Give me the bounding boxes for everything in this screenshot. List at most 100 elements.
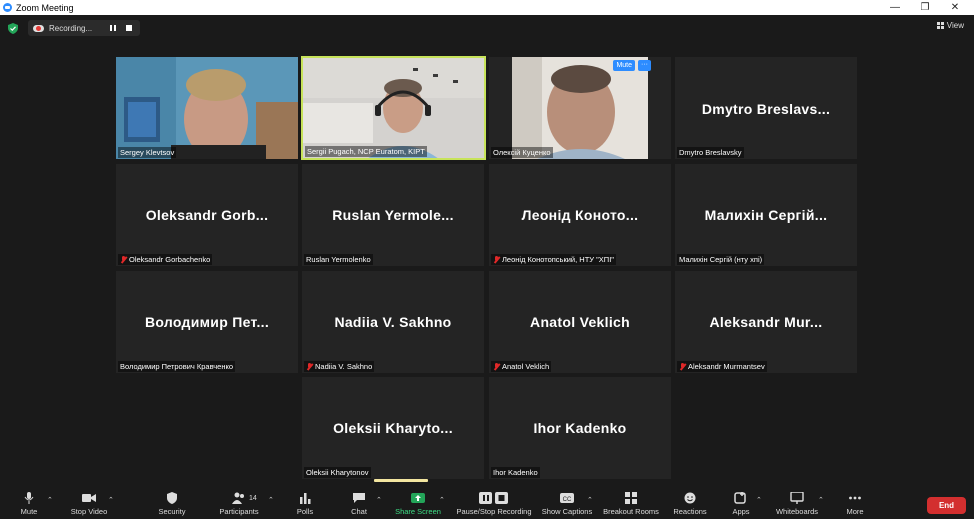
polls-chart-icon — [300, 493, 311, 504]
chat-options-chevron-icon[interactable]: ⌃ — [376, 496, 382, 504]
recording-indicator: Recording... — [28, 20, 140, 36]
closed-captions-icon: CC — [560, 493, 574, 503]
breakout-rooms-icon — [625, 492, 637, 504]
participant-display-name: Anatol Veklich — [530, 314, 630, 330]
participant-tile[interactable]: Малихін Сергій... Малихін Сергій (нту хп… — [675, 164, 857, 266]
participant-display-name: Володимир Пет... — [144, 314, 270, 330]
participant-tile[interactable]: Anatol Veklich Anatol Veklich — [489, 271, 671, 373]
share-options-chevron-icon[interactable]: ⌃ — [439, 496, 445, 504]
encryption-shield-icon[interactable] — [8, 23, 18, 34]
mute-button[interactable]: Mute — [16, 490, 42, 516]
participant-name-label: Anatol Veklich — [491, 361, 552, 372]
apps-icon — [734, 492, 746, 504]
participants-button[interactable]: Participants — [217, 490, 261, 516]
security-button[interactable]: Security — [156, 490, 188, 516]
stop-recording-icon[interactable] — [126, 25, 132, 31]
participant-name-label: Ihor Kadenko — [491, 467, 540, 478]
zoom-logo-icon — [3, 3, 12, 12]
participant-more-button[interactable]: ··· — [638, 60, 651, 71]
show-captions-button[interactable]: CC Show Captions — [541, 490, 593, 516]
participants-icon — [232, 492, 244, 504]
mic-muted-icon — [493, 255, 500, 264]
minimize-button[interactable]: — — [880, 0, 910, 15]
participant-display-name: Aleksandr Mur... — [709, 314, 823, 330]
audio-options-chevron-icon[interactable]: ⌃ — [47, 496, 53, 504]
video-camera-icon — [82, 494, 96, 502]
microphone-icon — [24, 492, 34, 504]
participant-tile[interactable]: Mute ··· Олексій Куценко — [489, 57, 671, 159]
participant-name-label: Dmytro Breslavsky — [677, 147, 744, 158]
participant-tile[interactable]: Sergey Klevtsov — [116, 57, 298, 159]
window-title: Zoom Meeting — [16, 2, 74, 13]
participant-display-name: Ruslan Yermole... — [332, 207, 454, 223]
participant-name-label: Ruslan Yermolenko — [304, 254, 373, 265]
mic-muted-icon — [120, 255, 127, 264]
participant-tile-active-speaker[interactable]: Sergii Pugach, NCP Euratom, KIPT — [301, 56, 486, 160]
participant-tile[interactable]: Леонід Коното... Леонід Конотопський, НТ… — [489, 164, 671, 266]
mic-muted-icon — [679, 362, 686, 371]
more-dots-icon — [849, 496, 861, 500]
participant-tile[interactable]: Dmytro Breslavs... Dmytro Breslavsky — [675, 57, 857, 159]
reactions-smiley-icon — [684, 492, 696, 504]
reactions-button[interactable]: Reactions — [673, 490, 707, 516]
participant-tile[interactable]: Ruslan Yermole... Ruslan Yermolenko — [302, 164, 484, 266]
meeting-topbar: Recording... View — [0, 15, 974, 41]
mic-muted-icon — [306, 362, 313, 371]
more-button[interactable]: More — [845, 490, 865, 516]
video-feed — [116, 57, 298, 159]
participant-tile[interactable]: Володимир Пет... Володимир Петрович Крав… — [116, 271, 298, 373]
participant-display-name: Ihor Kadenko — [533, 420, 627, 436]
participant-name-label: Володимир Петрович Кравченко — [118, 361, 236, 372]
captions-options-chevron-icon[interactable]: ⌃ — [587, 496, 593, 504]
view-label: View — [946, 21, 964, 30]
participant-tile[interactable]: Nadiia V. Sakhno Nadiia V. Sakhno — [302, 271, 484, 373]
participant-name-label: Sergii Pugach, NCP Euratom, KIPT — [305, 146, 427, 157]
video-feed — [303, 58, 484, 158]
mic-muted-icon — [493, 362, 500, 371]
participant-name-label: Леонід Конотопський, НТУ "ХПІ" — [491, 254, 616, 265]
polls-button[interactable]: Polls — [296, 490, 314, 516]
pause-stop-icon — [479, 492, 508, 504]
video-options-chevron-icon[interactable]: ⌃ — [108, 496, 114, 504]
close-button[interactable]: ✕ — [940, 0, 970, 15]
participants-count-badge: 14 — [249, 495, 257, 502]
participant-tile[interactable]: Oleksandr Gorb... Oleksandr Gorbachenko — [116, 164, 298, 266]
pause-recording-icon[interactable] — [110, 25, 116, 31]
cloud-record-icon — [33, 24, 44, 32]
mute-participant-button[interactable]: Mute — [613, 60, 635, 71]
grid-view-icon — [936, 22, 944, 29]
participant-tile[interactable]: Aleksandr Mur... Aleksandr Murmantsev — [675, 271, 857, 373]
security-shield-icon — [167, 492, 177, 504]
recording-label: Recording... — [49, 23, 93, 33]
svg-text:CC: CC — [563, 497, 572, 503]
apps-options-chevron-icon[interactable]: ⌃ — [756, 496, 762, 504]
restore-button[interactable]: ❐ — [910, 0, 940, 15]
participant-tile[interactable]: Oleksii Kharyto... Oleksii Kharytonov — [302, 377, 484, 479]
participant-display-name: Nadiia V. Sakhno — [334, 314, 452, 330]
view-button[interactable]: View — [936, 21, 964, 30]
end-meeting-button[interactable]: End — [927, 497, 966, 514]
whiteboards-options-chevron-icon[interactable]: ⌃ — [818, 496, 824, 504]
whiteboards-button[interactable]: Whiteboards — [775, 490, 819, 516]
window-titlebar: Zoom Meeting — ❐ ✕ — [0, 0, 974, 15]
participant-name-label: Малихін Сергій (нту хпі) — [677, 254, 765, 265]
participant-name-label: Олексій Куценко — [491, 147, 553, 158]
participant-display-name: Oleksandr Gorb... — [145, 207, 269, 223]
share-screen-icon — [411, 493, 425, 503]
breakout-rooms-button[interactable]: Breakout Rooms — [603, 490, 659, 516]
participant-name-label: Aleksandr Murmantsev — [677, 361, 767, 372]
participant-display-name: Малихін Сергій... — [704, 207, 828, 223]
participant-display-name: Oleksii Kharyto... — [333, 420, 453, 436]
chat-button[interactable]: Chat — [350, 490, 368, 516]
apps-button[interactable]: Apps — [731, 490, 751, 516]
participant-tile[interactable]: Ihor Kadenko Ihor Kadenko — [489, 377, 671, 479]
pause-stop-recording-button[interactable]: Pause/Stop Recording — [455, 490, 533, 516]
stop-video-button[interactable]: Stop Video — [68, 490, 110, 516]
chat-bubble-icon — [353, 493, 365, 503]
share-screen-button[interactable]: Share Screen — [395, 490, 441, 516]
participants-options-chevron-icon[interactable]: ⌃ — [268, 496, 274, 504]
video-feed — [489, 57, 671, 159]
participant-name-label: Oleksandr Gorbachenko — [118, 254, 213, 265]
participant-name-label: Oleksii Kharytonov — [304, 467, 371, 478]
meeting-toolbar: Mute ⌃ Stop Video ⌃ Security Participant… — [0, 488, 974, 519]
